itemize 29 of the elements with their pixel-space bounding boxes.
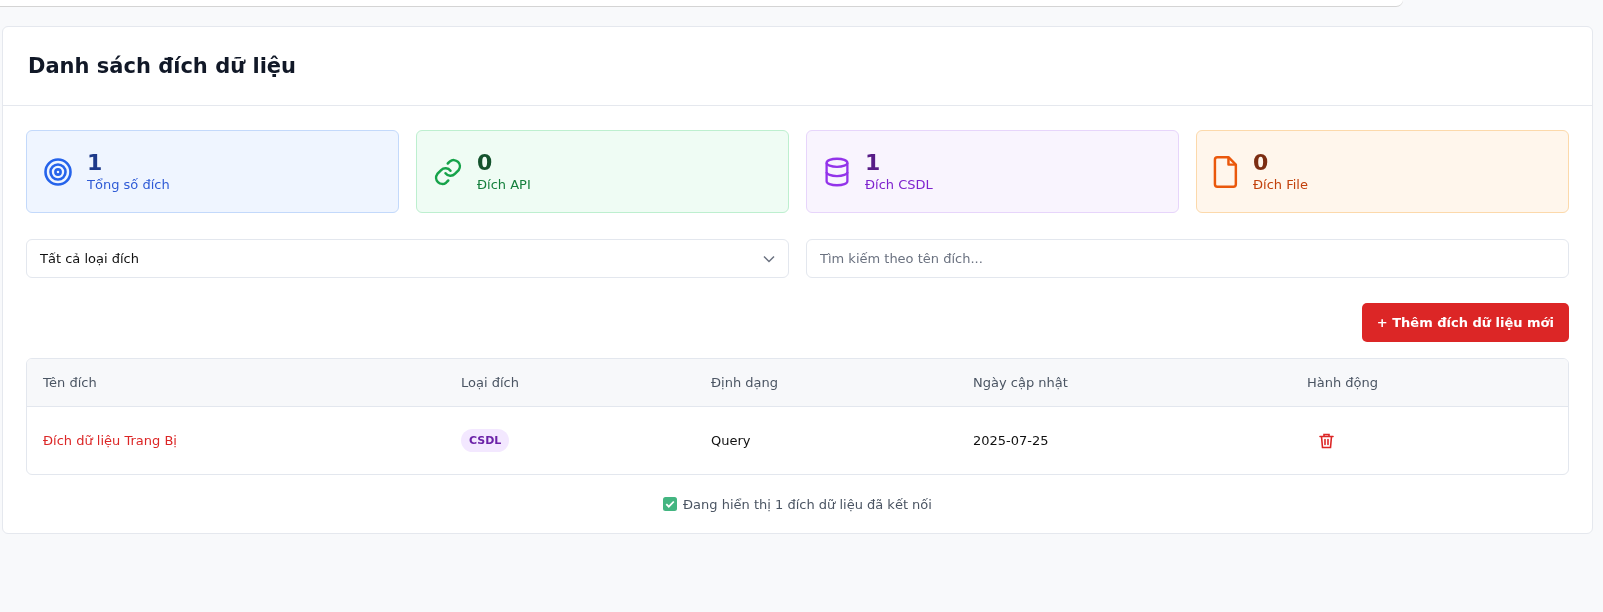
database-icon	[823, 156, 851, 187]
stat-label: Tổng số đích	[87, 175, 170, 194]
type-select[interactable]: Tất cả loại đích	[26, 239, 789, 278]
target-name: Đích dữ liệu Trang Bị	[43, 433, 178, 448]
stat-value: 0	[477, 149, 494, 176]
column-header: Loại đích	[461, 375, 520, 390]
type-tag: CSDL	[461, 429, 510, 452]
stat-value: 0	[1253, 149, 1270, 176]
column-header: Định dạng	[711, 375, 779, 390]
search-field[interactable]: Tìm kiếm theo tên đích...	[806, 239, 1569, 278]
date-cell-text: 2025-07-25	[973, 433, 1050, 448]
target-icon	[43, 156, 73, 187]
format-cell-text: Query	[711, 433, 752, 448]
status-text: Đang hiển thị 1 đích dữ liệu đã kết nối	[683, 496, 932, 512]
stat-label: Đích CSDL	[865, 175, 933, 194]
column-header: Hành động	[1307, 375, 1380, 390]
stat-value: 1	[87, 149, 104, 176]
link-icon	[433, 156, 463, 187]
stat-label: Đích API	[477, 175, 531, 194]
checkmark-icon	[663, 497, 678, 511]
trash-icon	[1319, 432, 1334, 449]
chevron-icon	[763, 254, 775, 263]
column-header: Ngày cập nhật	[973, 375, 1069, 390]
stat-label: Đích File	[1253, 175, 1308, 194]
page-title: Danh sách đích dữ liệu	[28, 54, 297, 78]
stat-value: 1	[865, 149, 882, 176]
file-icon	[1213, 155, 1239, 188]
add-button[interactable]: + Thêm đích dữ liệu mới	[1361, 303, 1569, 342]
column-header: Tên đích	[43, 375, 98, 390]
